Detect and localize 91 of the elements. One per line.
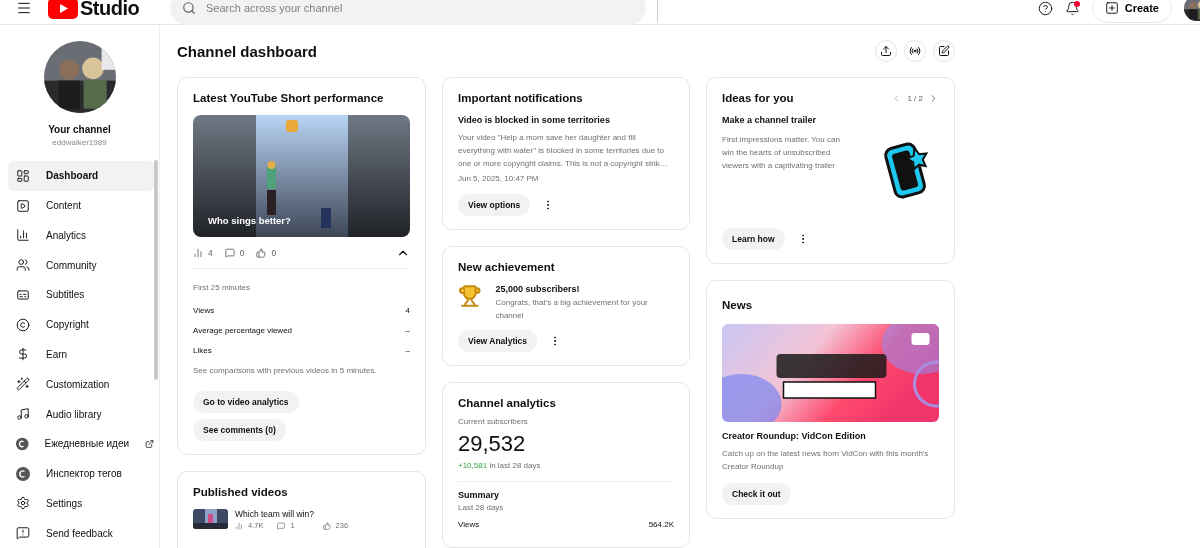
subscriber-change: +10,581 in last 28 days [458, 460, 542, 472]
trophy-icon [458, 284, 482, 308]
people-icon [16, 258, 30, 273]
comment-icon [277, 521, 286, 530]
comparison-note: See comparisons with previous videos in 5 minutes. [193, 365, 378, 377]
notification-date: Jun 5, 2025, 10:47 PM [458, 173, 540, 185]
page-counter: 1 / 2 [907, 93, 923, 103]
subtitles-icon [16, 287, 30, 302]
badge-icon [16, 436, 29, 451]
check-it-out-button[interactable]: Check it out [722, 483, 791, 505]
page-title: Channel dashboard [177, 42, 318, 60]
video-caption: Who sings better? [208, 215, 291, 226]
action-button[interactable]: See comments (0) [193, 419, 286, 441]
notification-heading: Video is blocked in some territories [458, 115, 611, 125]
channel-name: Your channel [48, 124, 111, 135]
comments-count: 0 [239, 247, 245, 258]
logo-text: Studio [80, 0, 140, 20]
wand-icon [16, 377, 30, 392]
card-title: Latest YouTube Short performance [193, 92, 385, 104]
metric-value: 4 [405, 305, 410, 315]
summary-title: Summary [458, 490, 501, 500]
sidebar-item[interactable]: Analytics [8, 220, 154, 251]
subscribers-label: Current subscribers [458, 416, 529, 428]
metric-label: Views [193, 305, 215, 315]
period-label: First 25 minutes [193, 282, 251, 294]
comment-icon [224, 247, 235, 258]
badge-icon [16, 466, 30, 481]
metric-value: – [405, 345, 410, 355]
sidebar-item[interactable]: Send feedback [8, 518, 154, 548]
news-heading: Creator Roundup: VidCon Edition [722, 431, 867, 441]
metric-label: Likes [193, 345, 212, 355]
music-icon [16, 407, 30, 421]
search-icon [182, 1, 196, 15]
dollar-icon [16, 347, 30, 362]
view-analytics-button[interactable]: View Analytics [458, 330, 538, 352]
metric-label: Views [458, 519, 480, 529]
bar-chart-icon [235, 521, 243, 530]
settings-icon [16, 496, 30, 511]
card-title: Channel analytics [458, 397, 557, 409]
view-options-button[interactable]: View options [458, 194, 531, 216]
action-button[interactable]: Go to video analytics [193, 391, 299, 413]
sidebar-item[interactable]: Dashboard [8, 161, 154, 191]
card-title: New achievement [458, 261, 556, 273]
idea-text: First impressions matter. You can win the hearts of unsubscribed viewers with a captivating trailer [722, 134, 841, 172]
broadcast-icon [909, 45, 921, 57]
thumbs-up-icon [256, 247, 267, 258]
learn-how-button[interactable]: Learn how [722, 228, 785, 250]
achievement-heading: 25,000 subscribers! [495, 284, 581, 294]
help-icon[interactable] [1037, 0, 1053, 16]
sidebar-item[interactable]: Customization [8, 369, 154, 400]
achievement-text: Congrats, that's a big achievement for your channel [495, 297, 649, 322]
create-button[interactable]: Create [1091, 0, 1172, 23]
summary-period: Last 28 days [458, 502, 505, 514]
menu-icon[interactable] [16, 0, 32, 16]
upload-icon [880, 45, 892, 57]
bar-chart-icon [193, 247, 203, 258]
sidebar-item[interactable]: Audio library [8, 399, 154, 429]
search-field[interactable]: Search across your channel [170, 0, 646, 25]
news-text: Catch up on the latest news from VidCon with this month's Creator Roundup [722, 448, 930, 473]
metric-label: Average percentage viewed [193, 325, 293, 335]
sidebar-item[interactable]: Community [8, 250, 154, 281]
card-title: Published videos [193, 486, 289, 498]
metric-value: – [405, 325, 410, 335]
add-video-icon [1104, 1, 1119, 15]
notifications-icon[interactable] [1064, 0, 1080, 16]
sidebar-item[interactable]: Settings [8, 488, 154, 519]
views-count: 4 [208, 247, 213, 258]
dashboard-icon [16, 168, 30, 183]
likes-count: 0 [271, 247, 277, 258]
feedback-icon [16, 526, 30, 541]
sidebar-item[interactable]: Subtitles [8, 280, 154, 310]
video-title: Which team will win? [235, 509, 315, 519]
copyright-icon [16, 317, 30, 332]
sidebar-item[interactable]: Инспектор тегов [8, 458, 154, 489]
sidebar-item[interactable]: Earn [8, 339, 154, 370]
logo-icon [48, 0, 78, 19]
sidebar-item[interactable]: Copyright [8, 309, 154, 340]
channel-handle: eddwalker1989 [52, 138, 107, 147]
card-title: News [722, 299, 754, 311]
edit-icon [938, 45, 950, 57]
notification-text: Your video "Help a mom save her daughter and fill everything with water" is blocked in some territories due to one or more copyright claims. This is not a copyright strik… [458, 132, 669, 170]
idea-heading: Make a channel trailer [722, 115, 818, 125]
play-icon [16, 198, 30, 213]
metric-value: 564.2K [648, 519, 674, 529]
sidebar-item[interactable]: Content [8, 190, 154, 221]
thumbs-up-icon [322, 521, 331, 530]
card-title: Important notifications [458, 92, 584, 104]
sidebar-item[interactable]: Ежедневные идеи [8, 428, 154, 459]
chart-icon [16, 228, 30, 243]
subscriber-count: 29,532 [458, 431, 527, 457]
card-title: Ideas for you [722, 92, 794, 104]
